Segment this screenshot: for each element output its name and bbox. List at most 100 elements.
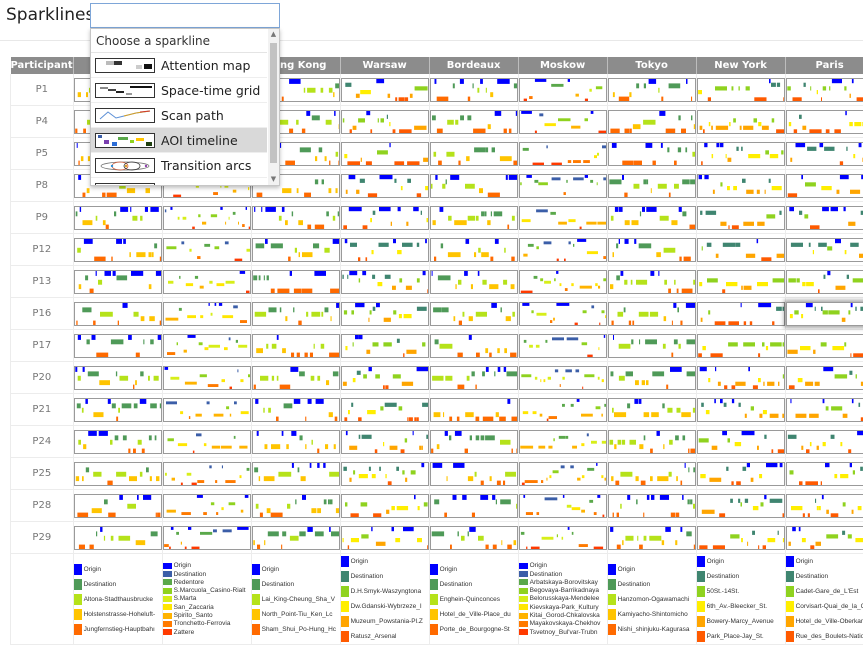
sparkline-cell[interactable] xyxy=(73,202,162,234)
aoi-timeline-sparkline[interactable] xyxy=(252,270,340,294)
aoi-timeline-sparkline[interactable] xyxy=(163,366,251,390)
aoi-timeline-sparkline[interactable] xyxy=(786,494,863,518)
aoi-timeline-sparkline[interactable] xyxy=(163,238,251,262)
sparkline-cell[interactable] xyxy=(607,170,696,202)
menu-option[interactable]: Attention map xyxy=(91,53,267,78)
aoi-timeline-sparkline[interactable] xyxy=(786,430,863,454)
aoi-timeline-sparkline[interactable] xyxy=(697,334,785,358)
sparkline-cell[interactable] xyxy=(340,362,429,394)
aoi-timeline-sparkline[interactable] xyxy=(74,430,162,454)
sparkline-cell[interactable] xyxy=(696,106,785,138)
aoi-timeline-sparkline[interactable] xyxy=(608,238,696,262)
sparkline-cell[interactable] xyxy=(696,394,785,426)
aoi-timeline-sparkline[interactable] xyxy=(608,526,696,550)
aoi-timeline-sparkline[interactable] xyxy=(430,302,518,326)
sparkline-cell[interactable] xyxy=(73,458,162,490)
sparkline-cell[interactable] xyxy=(696,74,785,106)
sparkline-cell[interactable] xyxy=(785,522,863,554)
aoi-timeline-sparkline[interactable] xyxy=(697,174,785,198)
menu-option[interactable]: Scan path xyxy=(91,103,267,128)
sparkline-cell[interactable] xyxy=(340,266,429,298)
aoi-timeline-sparkline[interactable] xyxy=(697,206,785,230)
menu-option[interactable]: Transition arcs xyxy=(91,153,267,178)
aoi-timeline-sparkline[interactable] xyxy=(786,174,863,198)
aoi-timeline-sparkline[interactable] xyxy=(608,398,696,422)
sparkline-cell[interactable] xyxy=(696,330,785,362)
aoi-timeline-sparkline[interactable] xyxy=(697,494,785,518)
sparkline-cell[interactable] xyxy=(518,266,607,298)
aoi-timeline-sparkline[interactable] xyxy=(74,302,162,326)
aoi-timeline-sparkline[interactable] xyxy=(697,78,785,102)
aoi-timeline-sparkline[interactable] xyxy=(697,142,785,166)
sparkline-cell[interactable] xyxy=(607,74,696,106)
sparkline-cell[interactable] xyxy=(429,362,518,394)
aoi-timeline-sparkline[interactable] xyxy=(163,206,251,230)
sparkline-cell[interactable] xyxy=(429,394,518,426)
aoi-timeline-sparkline[interactable] xyxy=(608,302,696,326)
aoi-timeline-sparkline[interactable] xyxy=(341,142,429,166)
sparkline-cell[interactable] xyxy=(162,298,251,330)
sparkline-cell[interactable] xyxy=(607,234,696,266)
sparkline-cell[interactable] xyxy=(696,138,785,170)
sparkline-cell[interactable] xyxy=(340,106,429,138)
sparkline-cell[interactable] xyxy=(429,426,518,458)
aoi-timeline-sparkline[interactable] xyxy=(608,462,696,486)
aoi-timeline-sparkline[interactable] xyxy=(608,366,696,390)
sparkline-cell[interactable] xyxy=(251,266,340,298)
aoi-timeline-sparkline[interactable] xyxy=(786,366,863,390)
aoi-timeline-sparkline[interactable] xyxy=(163,430,251,454)
sparkline-cell[interactable] xyxy=(251,458,340,490)
sparkline-cell[interactable] xyxy=(429,490,518,522)
sparkline-cell[interactable] xyxy=(785,362,863,394)
aoi-timeline-sparkline[interactable] xyxy=(430,366,518,390)
aoi-timeline-sparkline[interactable] xyxy=(519,494,607,518)
aoi-timeline-sparkline[interactable] xyxy=(608,110,696,134)
aoi-timeline-sparkline[interactable] xyxy=(697,302,785,326)
aoi-timeline-sparkline[interactable] xyxy=(786,142,863,166)
sparkline-cell[interactable] xyxy=(340,490,429,522)
sparkline-cell[interactable] xyxy=(518,490,607,522)
aoi-timeline-sparkline[interactable] xyxy=(74,270,162,294)
aoi-timeline-sparkline[interactable] xyxy=(341,366,429,390)
sparkline-cell[interactable] xyxy=(607,426,696,458)
sparkline-cell[interactable] xyxy=(429,522,518,554)
aoi-timeline-sparkline[interactable] xyxy=(341,430,429,454)
aoi-timeline-sparkline[interactable] xyxy=(74,206,162,230)
sparkline-cell[interactable] xyxy=(607,298,696,330)
aoi-timeline-sparkline[interactable] xyxy=(608,78,696,102)
aoi-timeline-sparkline[interactable] xyxy=(697,110,785,134)
menu-scrollbar[interactable]: ▲ ▼ xyxy=(268,29,279,185)
sparkline-cell[interactable] xyxy=(162,490,251,522)
sparkline-cell[interactable] xyxy=(162,426,251,458)
sparkline-cell[interactable] xyxy=(73,266,162,298)
sparkline-cell[interactable] xyxy=(429,202,518,234)
aoi-timeline-sparkline[interactable] xyxy=(519,366,607,390)
sparkline-cell[interactable] xyxy=(785,138,863,170)
sparkline-cell[interactable] xyxy=(607,458,696,490)
aoi-timeline-sparkline[interactable] xyxy=(341,174,429,198)
scrollbar-thumb[interactable] xyxy=(270,43,277,163)
scroll-up-icon[interactable]: ▲ xyxy=(268,29,279,40)
sparkline-cell[interactable] xyxy=(785,490,863,522)
sparkline-cell[interactable] xyxy=(340,74,429,106)
sparkline-cell[interactable] xyxy=(340,234,429,266)
sparkline-cell[interactable] xyxy=(785,202,863,234)
sparkline-cell[interactable] xyxy=(73,330,162,362)
sparkline-cell[interactable] xyxy=(696,490,785,522)
sparkline-cell[interactable] xyxy=(429,266,518,298)
aoi-timeline-sparkline[interactable] xyxy=(519,398,607,422)
sparkline-cell[interactable] xyxy=(73,490,162,522)
aoi-timeline-sparkline[interactable] xyxy=(163,398,251,422)
aoi-timeline-sparkline[interactable] xyxy=(252,206,340,230)
sparkline-cell[interactable] xyxy=(429,298,518,330)
aoi-timeline-sparkline[interactable] xyxy=(252,526,340,550)
sparkline-cell[interactable] xyxy=(251,298,340,330)
sparkline-cell[interactable] xyxy=(607,362,696,394)
sparkline-cell[interactable] xyxy=(251,330,340,362)
aoi-timeline-sparkline[interactable] xyxy=(430,174,518,198)
sparkline-cell[interactable] xyxy=(785,330,863,362)
sparkline-cell[interactable] xyxy=(785,394,863,426)
aoi-timeline-sparkline[interactable] xyxy=(341,78,429,102)
sparkline-cell[interactable] xyxy=(607,330,696,362)
aoi-timeline-sparkline[interactable] xyxy=(341,526,429,550)
